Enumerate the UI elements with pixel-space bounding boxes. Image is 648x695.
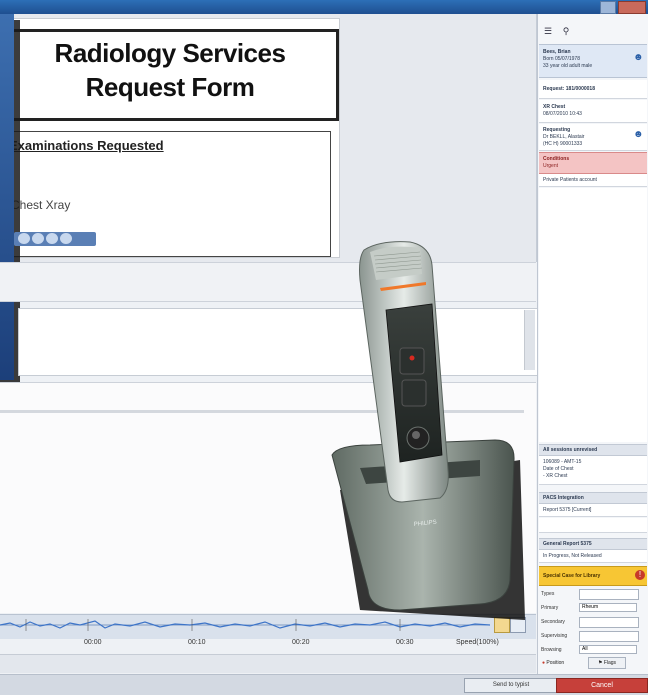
field-label: Types	[541, 591, 555, 597]
nav-next-icon[interactable]	[46, 233, 58, 244]
sessions-label: All sessions unrevised	[543, 447, 598, 453]
flags-label: Flags	[603, 660, 617, 666]
patient-name: Bees, Brian	[543, 49, 571, 55]
conditions-value: Urgent	[543, 163, 559, 169]
requesting-name: Dr BEKLL, Alastair	[543, 134, 585, 140]
pacs-header: PACS Integration	[539, 492, 647, 504]
nav-first-icon[interactable]	[18, 233, 30, 244]
session-row[interactable]: 106089 - AMT-15 Date of Chest - XR Chest	[539, 456, 647, 485]
search-icon[interactable]: ⚲	[559, 24, 573, 38]
requesting-org: (HC H) 90001333	[543, 141, 583, 147]
conditions-row[interactable]: Conditions Urgent	[539, 152, 647, 174]
position-button[interactable]: ● Position	[542, 658, 576, 668]
exam-heading: Examinations Requested	[9, 138, 164, 153]
requesting-row[interactable]: Requesting Dr BEKLL, Alastair (HC H) 900…	[539, 124, 647, 151]
field-types: Types	[539, 588, 647, 600]
requesting-label: Requesting	[543, 127, 571, 133]
pacs-report-row[interactable]: Report 5375 [Current]	[539, 504, 647, 517]
pacs-report: Report 5375 [Current]	[543, 507, 592, 513]
exam-date: 08/07/2010 10:43	[543, 111, 582, 117]
exam-title: XR Chest	[543, 104, 566, 110]
dictation-device-image: PHILIPS	[331, 241, 525, 620]
special-case-label: Special Case for Library	[543, 573, 601, 579]
patient-avatar-icon: ☻	[633, 52, 644, 63]
minimize-button[interactable]	[600, 1, 616, 14]
close-button[interactable]	[618, 1, 646, 14]
cancel-button[interactable]: Cancel	[556, 678, 648, 693]
position-icon: ●	[542, 660, 546, 666]
alert-icon: !	[635, 570, 645, 580]
pacs-label: PACS Integration	[543, 495, 584, 501]
field-input[interactable]: All	[579, 645, 637, 654]
private-label: Private Patients account	[543, 177, 597, 183]
field-primary: Primary Rheum	[539, 602, 647, 614]
list-icon[interactable]: ☰	[541, 24, 555, 38]
wave-time-1: 00:10	[188, 639, 206, 646]
sidebar-empty-area	[539, 188, 647, 442]
field-secondary: Secondary	[539, 616, 647, 628]
field-label: Browsing	[541, 647, 562, 653]
flags-button[interactable]: ⚑ Flags	[588, 657, 626, 669]
window-titlebar	[0, 0, 648, 14]
private-row[interactable]: Private Patients account	[539, 174, 647, 187]
field-input[interactable]: Rheum	[579, 603, 637, 612]
window-frame	[0, 14, 14, 380]
patient-card[interactable]: Bees, Brian Born 05/07/1978 33 year old …	[539, 44, 647, 78]
wave-time-0: 00:00	[84, 639, 102, 646]
playback-speed: Speed(100%)	[456, 639, 499, 646]
field-input[interactable]	[579, 589, 639, 600]
field-input[interactable]	[579, 617, 639, 628]
conditions-label: Conditions	[543, 156, 570, 162]
nav-last-icon[interactable]	[60, 233, 72, 244]
session-line1: 106089 - AMT-15	[543, 459, 582, 465]
send-to-typist-button[interactable]: Send to typist	[464, 678, 558, 693]
patient-age: 33 year old adult male	[543, 63, 593, 69]
nav-prev-icon[interactable]	[32, 233, 44, 244]
form-title-box: Radiology Services Request Form	[1, 29, 339, 121]
audio-waveform[interactable]	[0, 618, 490, 632]
position-label: Position	[546, 660, 565, 666]
exam-row[interactable]: XR Chest 08/07/2010 10:43	[539, 100, 647, 123]
field-supervising: Supervising	[539, 630, 647, 642]
field-input[interactable]	[579, 631, 639, 642]
field-label: Secondary	[541, 619, 565, 625]
field-browsing: Browsing All	[539, 644, 647, 656]
pacs-controls[interactable]	[539, 518, 647, 533]
report-status-row: In Progress, Not Released	[539, 550, 647, 563]
wave-time-3: 00:30	[396, 639, 414, 646]
flag-icon: ⚑	[597, 660, 603, 666]
wave-time-2: 00:20	[292, 639, 310, 646]
field-label: Supervising	[541, 633, 568, 639]
request-form: Radiology Services Request Form Examinat…	[0, 18, 340, 258]
general-report-label: General Report 5375	[543, 541, 592, 547]
page-nav-bar	[14, 232, 96, 246]
session-line2: Date of Chest	[543, 466, 574, 472]
request-number: Request: 181/0000018	[543, 86, 595, 92]
session-line3: - XR Chest	[543, 473, 568, 479]
special-case-row[interactable]: Special Case for Library !	[539, 566, 647, 586]
form-title-line2: Request Form	[85, 72, 255, 102]
sidebar-tabs: ☰ ⚲	[541, 24, 645, 40]
field-label: Primary	[541, 605, 559, 611]
report-status: In Progress, Not Released	[543, 553, 602, 559]
doctor-icon: ☻	[633, 129, 644, 140]
patient-dob: Born 05/07/1978	[543, 56, 580, 62]
sessions-header: All sessions unrevised	[539, 444, 647, 456]
general-report-header: General Report 5375	[539, 538, 647, 550]
status-strip	[0, 654, 536, 673]
request-row[interactable]: Request: 181/0000018	[539, 80, 647, 99]
form-title-line1: Radiology Services	[54, 38, 286, 68]
